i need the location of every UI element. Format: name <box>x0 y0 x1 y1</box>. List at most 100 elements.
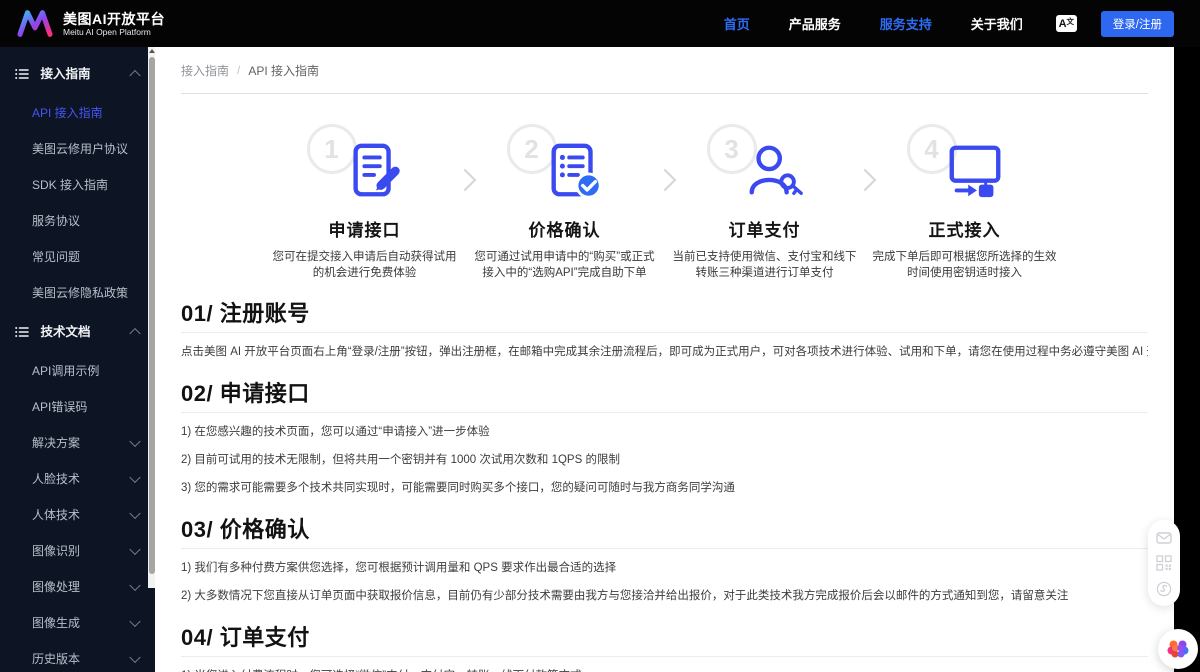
nav-item[interactable]: 产品服务 <box>789 14 841 33</box>
sidebar-item[interactable]: API错误码 <box>0 389 155 425</box>
step-title: 正式接入 <box>928 221 1001 240</box>
sidebar-item[interactable]: 图像处理 <box>0 569 155 605</box>
sidebar-item[interactable]: 图像识别 <box>0 533 155 569</box>
qrcode-icon[interactable] <box>1156 555 1172 571</box>
monitor-arrow-icon <box>944 140 1006 202</box>
section-heading: 01/ 注册账号 <box>181 301 1148 333</box>
section-line: 1) 我们有多种付费方案供您选择，您可根据预计调用量和 QPS 要求作出最合适的… <box>181 562 617 574</box>
meitu-logo-icon <box>17 9 53 37</box>
expand-chevron-icon <box>129 327 141 340</box>
section-heading: 02/ 申请接口 <box>181 381 1148 413</box>
step-description: 当前已支持使用微信、支付宝和线下转账三种渠道进行订单支付 <box>672 251 857 279</box>
step-description: 您可通过试用申请中的“购买”或正式接入中的“选购API”完成自助下单 <box>474 251 655 279</box>
sidebar-item[interactable]: 常见问题 <box>0 239 155 275</box>
mail-icon[interactable] <box>1156 530 1172 546</box>
sidebar-item[interactable]: 美图云修隐私政策 <box>0 275 155 311</box>
section: 02/ 申请接口 1) 在您感兴趣的技术页面，您可以通过“申请接入”进一步体验 2… <box>181 381 1148 497</box>
sidebar-item[interactable]: 图像生成 <box>0 605 155 641</box>
breadcrumb-current: API 接入指南 <box>248 63 320 78</box>
sidebar-item-label: API调用示例 <box>32 364 100 378</box>
ai-brain-icon <box>1167 640 1189 658</box>
sidebar-scrollbar[interactable] <box>148 47 155 588</box>
expand-chevron-icon <box>129 615 141 628</box>
step: 1 申请接口 您可在提交接入申请后自动获得试用的机会进行免费体验 <box>265 124 465 281</box>
sidebar-item-label: 历史版本 <box>32 652 81 666</box>
section-line: 1) 在您感兴趣的技术页面，您可以通过“申请接入”进一步体验 <box>181 426 490 438</box>
step: 3 订单支付 当前已支持使用微信、支付宝和线下转账三种渠道进行订单支付 <box>665 124 865 281</box>
step-title: 订单支付 <box>728 221 801 240</box>
user-key-icon <box>744 140 806 202</box>
sidebar-item-label: 美图云修用户协议 <box>32 142 129 156</box>
step: 4 正式接入 完成下单后即可根据您所选择的生效时间使用密钥适时接入 <box>865 124 1065 281</box>
expand-chevron-icon <box>129 69 141 82</box>
expand-chevron-icon <box>129 435 141 448</box>
section-line: 点击美图 AI 开放平台页面右上角“登录/注册”按钮，弹出注册框，在邮箱中完成其… <box>181 346 1148 358</box>
breadcrumb: 接入指南 / API 接入指南 <box>181 47 1148 94</box>
sidebar-item-label: 人脸技术 <box>32 472 81 486</box>
step-title: 价格确认 <box>528 221 601 240</box>
section-line: 1) 当您进入付费流程时，您可选择“微信”支付、支付宝、转账、线下付款等方式 <box>181 668 1148 672</box>
sidebar-item[interactable]: 接入指南 <box>0 53 155 95</box>
expand-chevron-icon <box>129 471 141 484</box>
step-title: 申请接口 <box>328 221 401 240</box>
expand-chevron-icon <box>129 543 141 556</box>
login-register-button[interactable]: 登录/注册 <box>1100 10 1174 37</box>
sidebar-item[interactable]: SDK 接入指南 <box>0 167 155 203</box>
nav-item[interactable]: 关于我们 <box>971 14 1023 33</box>
list-icon <box>15 55 29 97</box>
sidebar-item-label: 图像生成 <box>32 616 81 630</box>
list-icon <box>15 313 29 355</box>
top-nav: 美图AI开放平台 Meitu AI Open Platform 首页 产品服务 服务… <box>0 0 1200 47</box>
sidebar-item[interactable]: 服务协议 <box>0 203 155 239</box>
guide-sections: 01/ 注册账号 点击美图 AI 开放平台页面右上角“登录/注册”按钮，弹出注册… <box>181 301 1148 672</box>
document-pencil-icon <box>344 140 406 202</box>
contact-float-panel <box>1148 520 1180 606</box>
section: 01/ 注册账号 点击美图 AI 开放平台页面右上角“登录/注册”按钮，弹出注册… <box>181 301 1148 361</box>
nav-item[interactable]: 首页 <box>724 14 750 33</box>
sidebar-item-label: 美图云修隐私政策 <box>32 286 129 300</box>
sidebar-item[interactable]: 技术文档 <box>0 311 155 353</box>
sidebar: 接入指南 API 接入指南 美图云修用户协议 SDK 接入指南 服务协议 常见问… <box>0 47 155 672</box>
section: 04/ 订单支付 1) 当您进入付费流程时，您可选择“微信”支付、支付宝、转账、… <box>181 625 1148 672</box>
sidebar-item[interactable]: 历史版本 <box>0 641 155 672</box>
checklist-check-icon <box>544 140 606 202</box>
nav-item[interactable]: 服务支持 <box>880 14 932 33</box>
sidebar-item-label: 图像识别 <box>32 544 81 558</box>
main-content: 接入指南 / API 接入指南 1 申请接口 您可在提交接入申请后自动获得试用的… <box>155 47 1174 672</box>
sidebar-item-label: API 接入指南 <box>32 106 103 120</box>
sidebar-item-label: 服务协议 <box>32 214 81 228</box>
logo-subtitle: Meitu AI Open Platform <box>63 26 151 37</box>
ai-assistant-button[interactable] <box>1158 629 1198 669</box>
section: 03/ 价格确认 1) 我们有多种付费方案供您选择，您可根据预计调用量和 QPS… <box>181 517 1148 605</box>
sidebar-item-label: 常见问题 <box>32 250 81 264</box>
section-line: 2) 大多数情况下您直接从订单页面中获取报价信息，目前仍有少部分技术需要由我方与… <box>181 590 1069 602</box>
sidebar-item[interactable]: 人体技术 <box>0 497 155 533</box>
expand-chevron-icon <box>129 579 141 592</box>
scrollbar-thumb[interactable] <box>148 57 155 574</box>
breadcrumb-separator: / <box>237 63 241 77</box>
step: 2 价格确认 您可通过试用申请中的“购买”或正式接入中的“选购API”完成自助下… <box>465 124 665 281</box>
breadcrumb-parent[interactable]: 接入指南 <box>181 62 229 79</box>
scroll-up-arrow-icon[interactable] <box>148 49 155 53</box>
sidebar-item[interactable]: 美图云修用户协议 <box>0 131 155 167</box>
expand-chevron-icon <box>129 507 141 520</box>
language-icon[interactable]: A 文 <box>1055 15 1077 32</box>
sidebar-item[interactable]: API 接入指南 <box>0 95 155 131</box>
sidebar-item-label: 人体技术 <box>32 508 81 522</box>
sidebar-item-label: API错误码 <box>32 400 88 414</box>
sidebar-item-label: 技术文档 <box>40 325 91 339</box>
onboarding-steps: 1 申请接口 您可在提交接入申请后自动获得试用的机会进行免费体验 2 价格确认 … <box>181 124 1148 281</box>
sidebar-item-label: 解决方案 <box>32 436 81 450</box>
step-description: 您可在提交接入申请后自动获得试用的机会进行免费体验 <box>272 251 457 279</box>
sidebar-item[interactable]: API调用示例 <box>0 353 155 389</box>
sidebar-item-label: 接入指南 <box>40 67 91 81</box>
sidebar-item-label: SDK 接入指南 <box>32 178 109 192</box>
service-icon[interactable] <box>1156 581 1172 597</box>
nav-menu: 首页 产品服务 服务支持 关于我们 <box>724 14 1023 33</box>
section-line: 3) 您的需求可能需要多个技术共同实现时，可能需要同时购买多个接口，您的疑问可随… <box>181 482 735 494</box>
sidebar-item[interactable]: 解决方案 <box>0 425 155 461</box>
logo[interactable]: 美图AI开放平台 Meitu AI Open Platform <box>16 9 165 39</box>
sidebar-item[interactable]: 人脸技术 <box>0 461 155 497</box>
logo-title: 美图AI开放平台 <box>63 10 165 27</box>
step-description: 完成下单后即可根据您所选择的生效时间使用密钥适时接入 <box>872 251 1057 279</box>
